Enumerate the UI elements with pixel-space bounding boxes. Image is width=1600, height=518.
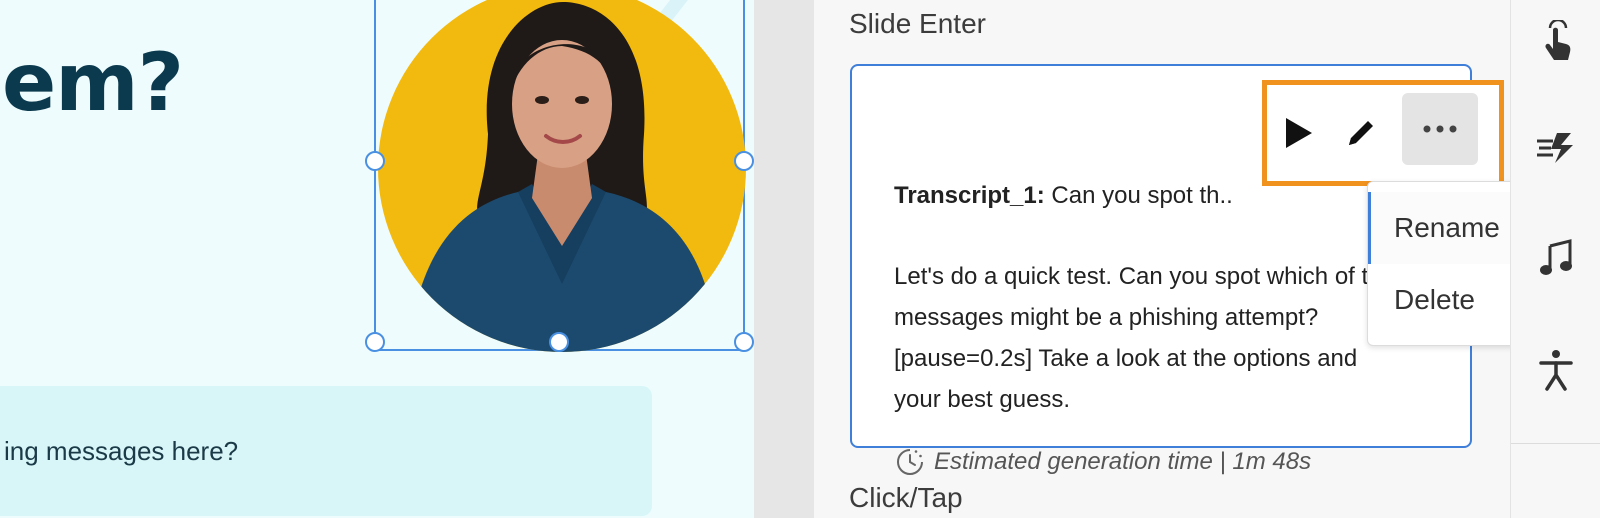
touch-icon <box>1545 20 1571 60</box>
fast-animation-icon <box>1537 133 1573 163</box>
right-icon-rail <box>1510 0 1600 518</box>
more-options-button[interactable] <box>1402 93 1478 165</box>
generation-estimate-text: Estimated generation time | 1m 48s <box>934 448 1312 475</box>
rail-button-interaction[interactable] <box>1511 12 1600 72</box>
transcript-line: Let's do a quick test. Can you spot whic… <box>894 263 1369 290</box>
menu-item-rename[interactable]: Rename <box>1368 192 1526 264</box>
section-title-click-tap: Click/Tap <box>849 482 963 513</box>
rail-button-audio[interactable] <box>1511 228 1600 288</box>
transcript-header: Transcript_1: Can you spot th.. <box>894 182 1233 210</box>
transcript-body[interactable]: Let's do a quick test. Can you spot whic… <box>894 256 1374 420</box>
answer-option-text[interactable]: ing messages here? <box>4 436 238 467</box>
resize-handle-left[interactable] <box>365 151 385 171</box>
pencil-icon <box>1349 121 1373 145</box>
rail-button-accessibility[interactable] <box>1511 340 1600 400</box>
more-horizontal-icon <box>1423 125 1457 133</box>
properties-panel: Slide Enter Transcript_1: Can you spot t… <box>814 0 1526 518</box>
music-note-icon <box>1540 239 1572 275</box>
resize-handle-bottom-right[interactable] <box>734 332 754 352</box>
avatar-selection-frame[interactable] <box>365 0 754 352</box>
resize-handle-right[interactable] <box>734 151 754 171</box>
rail-divider <box>1511 443 1600 444</box>
resize-handle-bottom[interactable] <box>549 332 569 352</box>
accessibility-icon <box>1539 350 1573 391</box>
avatar[interactable] <box>378 0 746 352</box>
play-button[interactable] <box>1277 101 1321 165</box>
rail-button-animation[interactable] <box>1511 117 1600 177</box>
canvas-scroll-gutter <box>754 0 814 518</box>
slide-heading[interactable]: em? <box>2 36 184 129</box>
transcript-toolbar <box>1262 80 1504 186</box>
presenter-illustration <box>408 2 718 352</box>
transcript-line: [pause=0.2s] Take a look at the options … <box>894 345 1358 372</box>
resize-handle-bottom-left[interactable] <box>365 332 385 352</box>
section-title-slide-enter: Slide Enter <box>849 8 986 39</box>
transcript-preview: Can you spot th.. <box>1044 182 1233 209</box>
slide-canvas[interactable]: em? ing messages here? <box>0 0 754 518</box>
context-menu: Rename Delete <box>1367 181 1526 346</box>
edit-button[interactable] <box>1333 101 1389 165</box>
transcript-line: your best guess. <box>894 386 1071 413</box>
play-icon <box>1286 118 1312 148</box>
transcript-line: messages might be a phishing attempt? <box>894 304 1319 331</box>
transcript-name: Transcript_1: <box>894 182 1045 209</box>
generation-estimate: Estimated generation time | 1m 48s <box>894 446 1311 478</box>
timer-icon <box>897 449 923 475</box>
menu-item-delete[interactable]: Delete <box>1368 264 1526 336</box>
